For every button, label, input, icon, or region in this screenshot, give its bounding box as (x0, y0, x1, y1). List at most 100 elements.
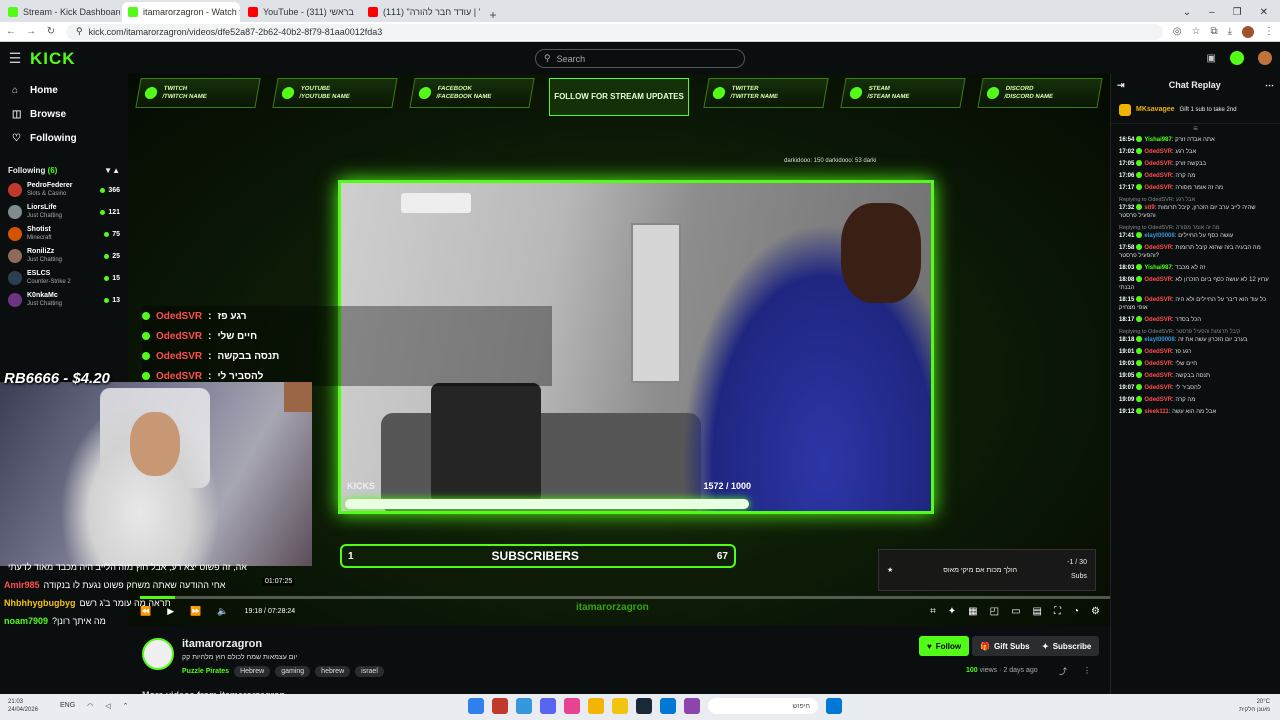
seek-bar[interactable] (140, 596, 1110, 599)
message-user[interactable]: stl9 (1144, 205, 1154, 211)
following-channel[interactable]: ESLCS Counter-Strike 2 15 (0, 267, 128, 289)
search-input[interactable]: ⚲ Search (535, 49, 745, 68)
app-red-icon[interactable] (492, 698, 508, 714)
store-icon[interactable]: ▣ (1207, 53, 1216, 64)
message-user[interactable]: OdedSVR (1144, 317, 1172, 323)
extensions-icon[interactable]: ⧉ (1210, 26, 1217, 38)
weather-widget[interactable]: 20°C מעונן חלקית (1239, 698, 1270, 714)
following-channel[interactable]: Shotist Minecraft 75 (0, 223, 128, 245)
explorer-icon[interactable] (468, 698, 484, 714)
message-user[interactable]: OdedSVR (1144, 373, 1172, 379)
pinned-icon[interactable]: ≡ (1111, 124, 1280, 134)
sparkle-icon[interactable]: ✦ (948, 606, 956, 617)
subscribe-button[interactable]: ✦ Subscribe (1034, 636, 1100, 656)
gifter-name[interactable]: MKsavagee (1136, 106, 1175, 113)
taskbar-search[interactable]: חיפוש (708, 698, 818, 714)
play-icon[interactable]: ▶ (167, 606, 174, 617)
message-user[interactable]: OdedSVR (1144, 245, 1172, 251)
url-field[interactable]: ⚲ kick.com/itamarorzagron/videos/dfe52a8… (66, 23, 1163, 40)
minimize-icon[interactable]: – (1209, 7, 1215, 18)
download-icon[interactable]: ⤓ (1228, 26, 1232, 38)
tab-search-icon[interactable]: ⌄ (1183, 7, 1191, 18)
hamburger-icon[interactable]: ☰ (0, 50, 30, 67)
forward-icon[interactable]: → (26, 26, 36, 37)
tag-chip[interactable]: hebrew (315, 666, 351, 677)
chrome-icon[interactable] (588, 698, 604, 714)
site-info-icon[interactable]: ⚲ (76, 26, 83, 37)
message-user[interactable]: OdedSVR (1144, 397, 1172, 403)
wifi-icon[interactable]: ◠ (87, 702, 93, 710)
speaker-icon[interactable]: ◁ (105, 702, 110, 710)
maximize-icon[interactable]: ❐ (1233, 7, 1242, 18)
crop-icon[interactable]: ⌗ (930, 606, 936, 617)
message-user[interactable]: Yishai987 (1144, 137, 1171, 143)
close-tab-icon[interactable]: ✕ (359, 7, 360, 18)
chevron-up-icon[interactable]: ⌃ (123, 702, 129, 710)
message-user[interactable]: Yishai987 (1144, 265, 1171, 271)
speed-icon[interactable]: ◔ (1073, 606, 1079, 617)
menu-icon[interactable]: ⋮ (1264, 26, 1274, 38)
message-user[interactable]: OdedSVR (1144, 349, 1172, 355)
message-user[interactable]: OdedSVR (1144, 277, 1172, 283)
message-user[interactable]: OdedSVR (1144, 149, 1172, 155)
more-options-icon[interactable]: ⋮ (1083, 666, 1091, 675)
settings-gear-icon[interactable]: ⚙ (1091, 606, 1100, 617)
app-blue-icon[interactable] (516, 698, 532, 714)
fullscreen-icon[interactable]: ⛶ (1054, 606, 1061, 617)
fast-forward-icon[interactable]: ⏩ (190, 606, 201, 617)
following-channel[interactable]: LiorsLife Just Chatting 121 (0, 201, 128, 223)
following-channel[interactable]: K0nkaMc Just Chatting 13 (0, 289, 128, 311)
message-user[interactable]: elayt00008 (1144, 233, 1174, 239)
message-user[interactable]: OdedSVR (1144, 173, 1172, 179)
star-icon[interactable]: ☆ (1191, 26, 1200, 38)
chat-options-icon[interactable]: ⋯ (1265, 80, 1274, 91)
kick-logo[interactable]: KICK (30, 49, 76, 69)
gift-subs-button[interactable]: 🎁 Gift Subs (972, 636, 1038, 656)
new-tab-button[interactable]: + (484, 8, 502, 22)
message-user[interactable]: OdedSVR (1144, 185, 1172, 191)
kick-points-icon[interactable] (1230, 51, 1244, 65)
nav-browse[interactable]: ◫ Browse (0, 102, 128, 126)
eye-off-icon[interactable]: ◎ (1173, 26, 1182, 38)
profile-avatar[interactable] (1242, 25, 1254, 38)
channel-avatar[interactable] (142, 638, 174, 670)
sort-icon[interactable]: ▼▲ (104, 166, 120, 175)
lang-indicator[interactable]: ENG (60, 702, 75, 710)
message-user[interactable]: OdedSVR (1144, 385, 1172, 391)
browser-tab[interactable]: YouTube - (311) בראשי ✕ (242, 2, 360, 22)
user-avatar[interactable] (1258, 51, 1272, 65)
rewind-icon[interactable]: ⏪ (140, 606, 151, 617)
discord-app-icon[interactable] (540, 698, 556, 714)
message-user[interactable]: elayt00008 (1144, 337, 1174, 343)
windows-start-icon[interactable] (826, 698, 842, 714)
tag-chip[interactable]: israel (355, 666, 384, 677)
volume-icon[interactable]: 🔈 (217, 606, 228, 617)
message-user[interactable]: sleek111 (1144, 409, 1168, 415)
browser-tab[interactable]: Stream - Kick Dashboard✕ (2, 2, 120, 22)
browser-tab[interactable]: (111) "לא שווה" | עודד חבר להורה ✕ (362, 2, 480, 22)
reload-icon[interactable]: ↻ (46, 26, 56, 37)
following-channel[interactable]: PedroFederer Slots & Casino 366 (0, 179, 128, 201)
message-user[interactable]: OdedSVR (1144, 361, 1172, 367)
tag-chip[interactable]: Hebrew (234, 666, 271, 677)
folder-icon[interactable] (612, 698, 628, 714)
clip-icon[interactable]: ▦ (968, 606, 977, 617)
nav-following[interactable]: ♡ Following (0, 126, 128, 150)
category-link[interactable]: Puzzle Pirates (182, 668, 229, 675)
pip-icon[interactable]: ◰ (990, 606, 999, 617)
share-icon[interactable]: ⤴ (1059, 666, 1067, 677)
follow-button[interactable]: ♥ Follow (919, 636, 970, 656)
app-pink-icon[interactable] (564, 698, 580, 714)
close-window-icon[interactable]: ✕ (1260, 7, 1268, 18)
nav-home[interactable]: ⌂ Home (0, 78, 128, 102)
collapse-chat-icon[interactable]: ⇥ (1117, 80, 1125, 91)
browser-tab[interactable]: itamarorzagron - Watch the VOD✕ (122, 2, 240, 22)
back-icon[interactable]: ← (6, 26, 16, 37)
steam-app-icon[interactable] (636, 698, 652, 714)
following-channel[interactable]: RoniliZz Just Chatting 25 (0, 245, 128, 267)
app-purple-icon[interactable] (684, 698, 700, 714)
store-app-icon[interactable] (660, 698, 676, 714)
tag-chip[interactable]: gaming (275, 666, 311, 677)
message-user[interactable]: OdedSVR (1144, 297, 1172, 303)
theater-icon[interactable]: ▭ (1011, 606, 1020, 617)
